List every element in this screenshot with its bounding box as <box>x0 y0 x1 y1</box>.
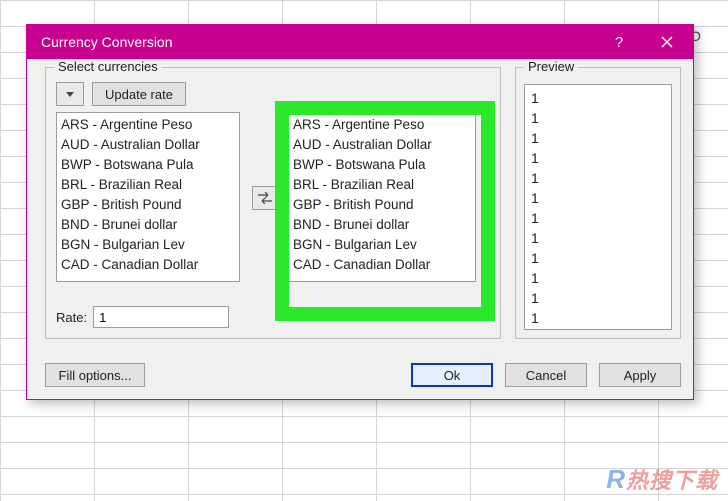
cancel-label: Cancel <box>526 368 566 383</box>
chevron-down-icon <box>66 92 74 97</box>
apply-button[interactable]: Apply <box>599 363 681 387</box>
preview-item: 1 <box>531 228 665 248</box>
right-currency-list[interactable]: ARS - Argentine Peso AUD - Australian Do… <box>288 112 476 282</box>
preview-item: 1 <box>531 268 665 288</box>
list-item[interactable]: BGN - Bulgarian Lev <box>61 235 235 255</box>
swap-icon <box>258 192 272 204</box>
list-item[interactable]: AUD - Australian Dollar <box>61 135 235 155</box>
preview-item: 1 <box>531 88 665 108</box>
list-item[interactable]: GBP - British Pound <box>61 195 235 215</box>
preview-item: 1 <box>531 188 665 208</box>
list-item[interactable]: BND - Brunei dollar <box>61 215 235 235</box>
list-item[interactable]: BRL - Brazilian Real <box>61 175 235 195</box>
fill-options-label: Fill options... <box>59 368 132 383</box>
select-currencies-group: Select currencies Update rate ARS - Arge… <box>45 67 501 339</box>
list-item[interactable]: BWP - Botswana Pula <box>61 155 235 175</box>
preview-item: 1 <box>531 248 665 268</box>
list-item[interactable]: CAD - Canadian Dollar <box>61 255 235 275</box>
list-item[interactable]: BRL - Brazilian Real <box>293 175 471 195</box>
update-rate-button[interactable]: Update rate <box>92 82 186 106</box>
fill-options-button[interactable]: Fill options... <box>45 363 145 387</box>
list-item[interactable]: CAD - Canadian Dollar <box>293 255 471 275</box>
list-item[interactable]: GBP - British Pound <box>293 195 471 215</box>
cancel-button[interactable]: Cancel <box>505 363 587 387</box>
preview-listbox: 1 1 1 1 1 1 1 1 1 1 1 1 <box>524 84 672 330</box>
update-rate-label: Update rate <box>105 87 173 102</box>
preview-item: 1 <box>531 128 665 148</box>
ok-label: Ok <box>444 368 461 383</box>
titlebar: Currency Conversion ? <box>27 25 693 59</box>
list-item[interactable]: BWP - Botswana Pula <box>293 155 471 175</box>
left-currency-list[interactable]: ARS - Argentine Peso AUD - Australian Do… <box>56 112 240 282</box>
list-item[interactable]: BGN - Bulgarian Lev <box>293 235 471 255</box>
list-item[interactable]: BND - Brunei dollar <box>293 215 471 235</box>
swap-currencies-button[interactable] <box>252 186 278 210</box>
preview-item: 1 <box>531 308 665 328</box>
list-item[interactable]: AUD - Australian Dollar <box>293 135 471 155</box>
close-icon <box>661 36 673 48</box>
preview-group: Preview 1 1 1 1 1 1 1 1 1 1 1 1 <box>515 67 681 339</box>
rate-input[interactable] <box>93 306 229 328</box>
list-item[interactable]: ARS - Argentine Peso <box>61 115 235 135</box>
apply-label: Apply <box>624 368 657 383</box>
preview-item: 1 <box>531 108 665 128</box>
preview-item: 1 <box>531 148 665 168</box>
ok-button[interactable]: Ok <box>411 363 493 387</box>
help-icon: ? <box>615 34 623 51</box>
dialog-body: Select currencies Update rate ARS - Arge… <box>27 59 693 399</box>
close-button[interactable] <box>647 25 687 59</box>
dialog-title: Currency Conversion <box>41 34 173 50</box>
select-currencies-label: Select currencies <box>54 59 162 74</box>
preview-item: 1 <box>531 168 665 188</box>
source-currency-dropdown[interactable] <box>56 82 84 106</box>
preview-label: Preview <box>524 59 578 74</box>
preview-item: 1 <box>531 288 665 308</box>
list-item[interactable]: ARS - Argentine Peso <box>293 115 471 135</box>
dialog-button-row: Fill options... Ok Cancel Apply <box>45 363 681 387</box>
preview-item: 1 <box>531 208 665 228</box>
currency-conversion-dialog: Currency Conversion ? Select currencies … <box>26 24 694 400</box>
help-button[interactable]: ? <box>599 25 639 59</box>
rate-label: Rate: <box>56 310 87 325</box>
